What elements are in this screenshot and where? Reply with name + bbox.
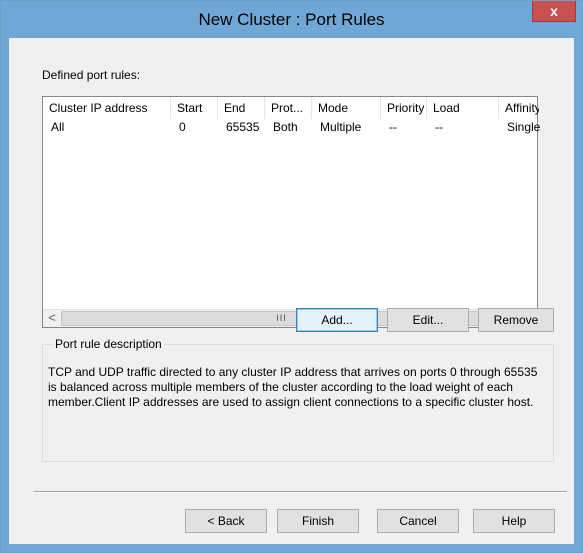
cell-start: 0 — [179, 120, 186, 134]
column-header-load[interactable]: Load — [427, 97, 499, 119]
column-header-start[interactable]: Start — [171, 97, 218, 119]
cancel-button[interactable]: Cancel — [377, 509, 459, 533]
cell-cluster-ip: All — [51, 120, 65, 134]
port-rules-list[interactable]: Cluster IP address Start End Prot... Mod… — [42, 96, 541, 328]
cell-mode: Multiple — [320, 120, 362, 134]
scroll-left-icon[interactable]: < — [43, 310, 61, 327]
window-title: New Cluster : Port Rules — [198, 10, 385, 29]
column-header-priority[interactable]: Priority — [381, 97, 427, 119]
edit-button[interactable]: Edit... — [387, 308, 469, 332]
close-button[interactable]: x — [532, 1, 576, 22]
port-rule-description-legend: Port rule description — [53, 337, 164, 351]
dialog-client-area: Defined port rules: Cluster IP address S… — [9, 38, 574, 544]
cell-end: 65535 — [226, 120, 260, 134]
dialog-window: New Cluster : Port Rules x Defined port … — [0, 0, 583, 553]
column-header-protocol[interactable]: Prot... — [265, 97, 312, 119]
column-header-affinity[interactable]: Affinity — [499, 97, 539, 119]
list-header: Cluster IP address Start End Prot... Mod… — [43, 97, 539, 119]
title-bar[interactable]: New Cluster : Port Rules x — [1, 1, 582, 38]
cell-load: -- — [435, 120, 443, 134]
help-button[interactable]: Help — [473, 509, 555, 533]
column-header-cluster-ip[interactable]: Cluster IP address — [43, 97, 171, 119]
column-header-end[interactable]: End — [218, 97, 265, 119]
separator — [34, 491, 567, 493]
defined-port-rules-label: Defined port rules: — [42, 68, 141, 82]
remove-button[interactable]: Remove — [478, 308, 554, 332]
port-rule-description-text: TCP and UDP traffic directed to any clus… — [48, 365, 538, 409]
cell-affinity: Single — [507, 120, 541, 134]
cell-protocol: Both — [273, 120, 298, 134]
table-row[interactable]: All 0 65535 Both Multiple -- -- Single — [43, 119, 541, 137]
finish-button[interactable]: Finish — [277, 509, 359, 533]
add-button[interactable]: Add... — [296, 308, 378, 332]
back-button[interactable]: < Back — [185, 509, 267, 533]
column-header-mode[interactable]: Mode — [312, 97, 381, 119]
cell-priority: -- — [389, 120, 397, 134]
port-rule-description-group: Port rule description TCP and UDP traffi… — [42, 337, 554, 462]
